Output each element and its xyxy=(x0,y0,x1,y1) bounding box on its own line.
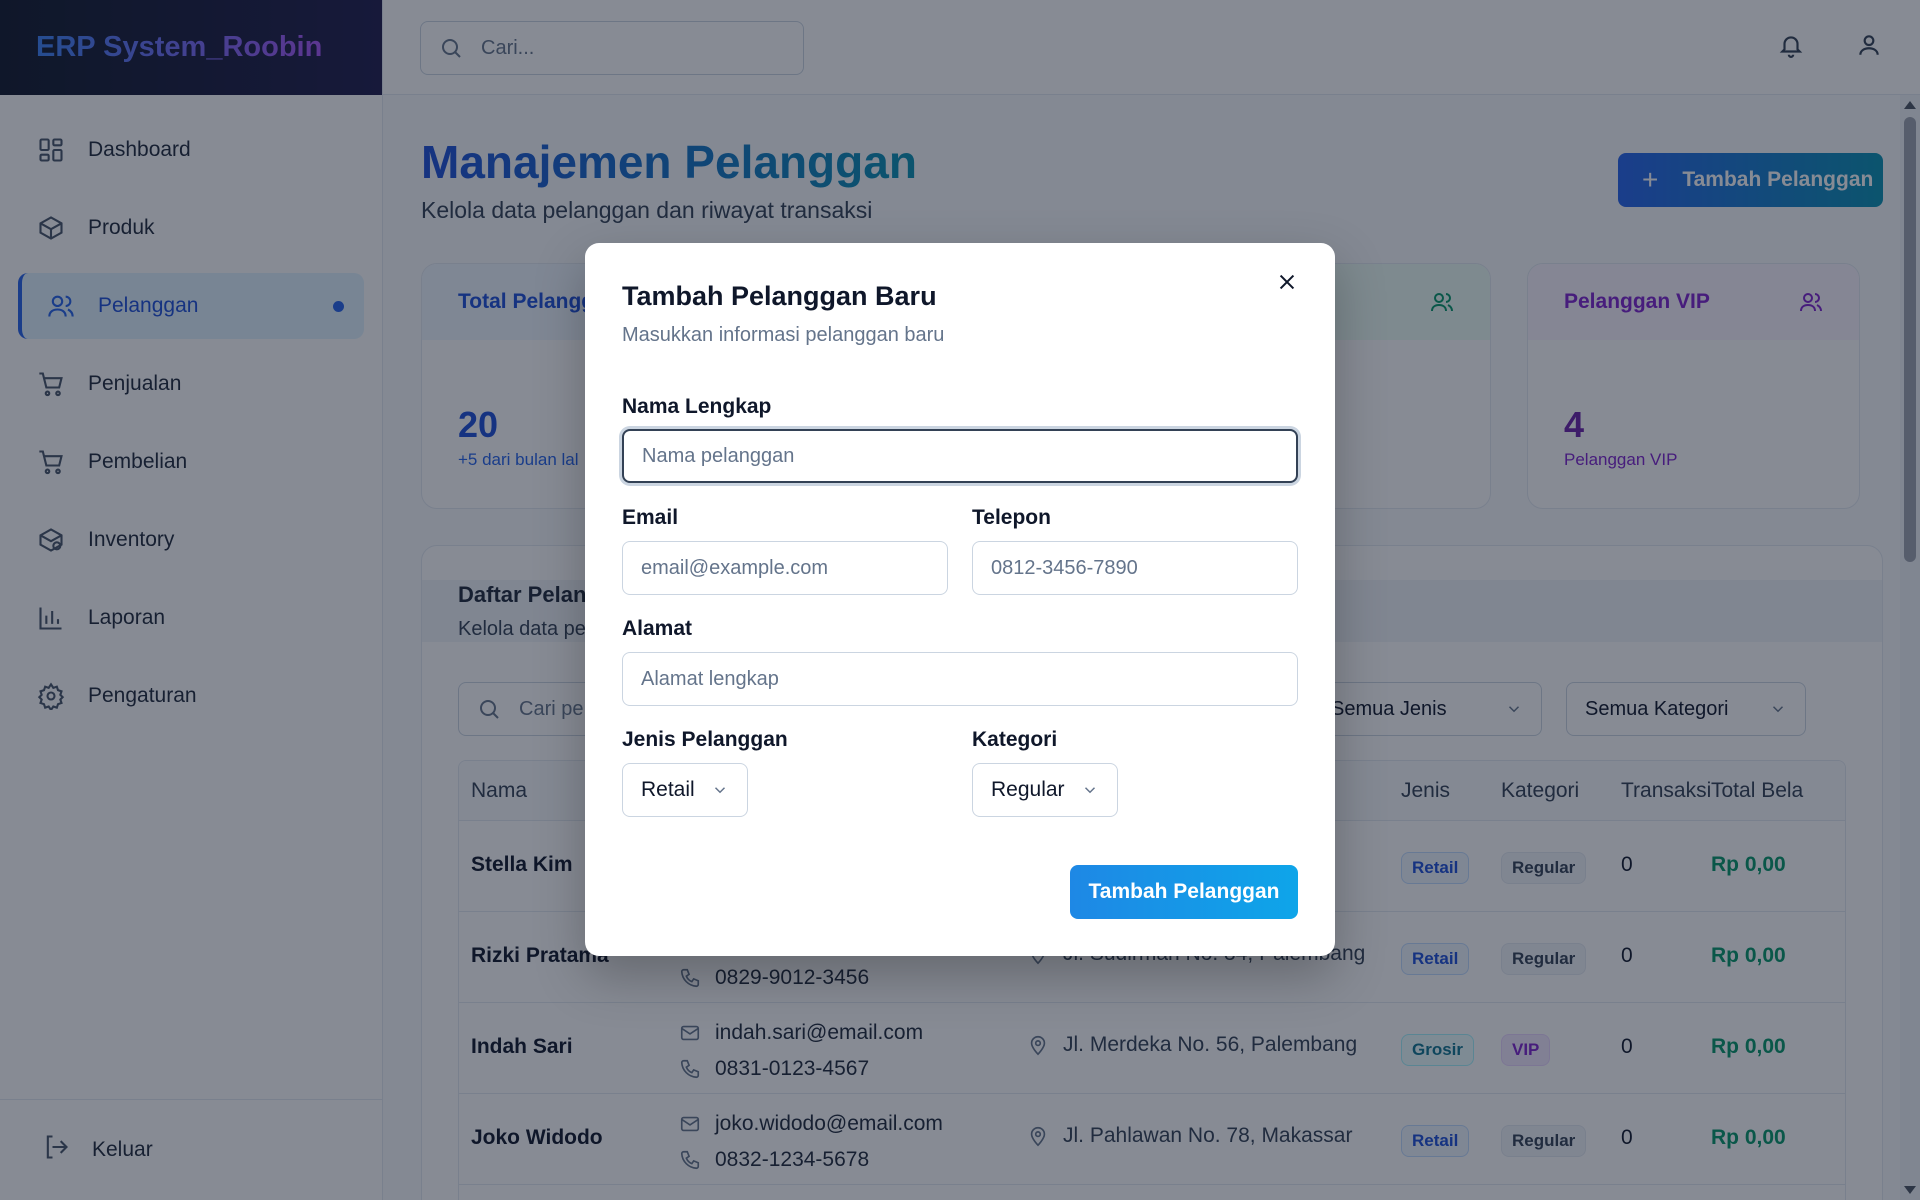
jenis-label: Jenis Pelanggan xyxy=(622,728,788,751)
name-field[interactable] xyxy=(622,429,1298,483)
jenis-select-value: Retail xyxy=(641,778,695,801)
kategori-select[interactable]: Regular xyxy=(972,763,1118,817)
email-label: Email xyxy=(622,506,679,529)
submit-add-customer-button[interactable]: Tambah Pelanggan xyxy=(1070,865,1298,919)
phone-field[interactable] xyxy=(972,541,1298,595)
email-field[interactable] xyxy=(622,541,948,595)
kategori-select-value: Regular xyxy=(991,778,1065,801)
chevron-down-icon xyxy=(714,787,725,794)
jenis-select[interactable]: Retail xyxy=(622,763,748,817)
name-label: Nama Lengkap xyxy=(622,395,772,418)
dialog-subtitle: Masukkan informasi pelanggan baru xyxy=(622,324,945,346)
chevron-down-icon xyxy=(1084,787,1095,794)
kategori-label: Kategori xyxy=(972,728,1058,751)
add-customer-dialog: Tambah Pelanggan Baru Masukkan informasi… xyxy=(585,243,1335,956)
close-button[interactable] xyxy=(1273,269,1301,297)
close-icon xyxy=(1279,274,1295,289)
phone-label: Telepon xyxy=(972,506,1051,529)
address-label: Alamat xyxy=(622,617,693,640)
dialog-title: Tambah Pelanggan Baru xyxy=(622,281,937,311)
address-field[interactable] xyxy=(622,652,1298,706)
